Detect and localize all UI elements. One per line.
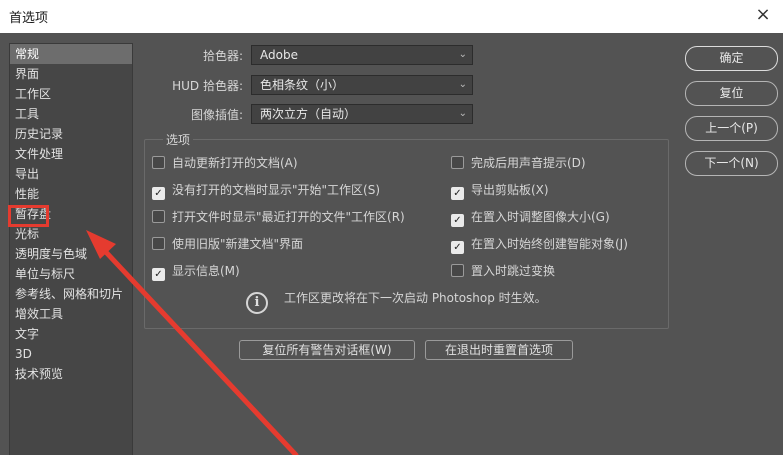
annotation-arrow (86, 230, 299, 455)
